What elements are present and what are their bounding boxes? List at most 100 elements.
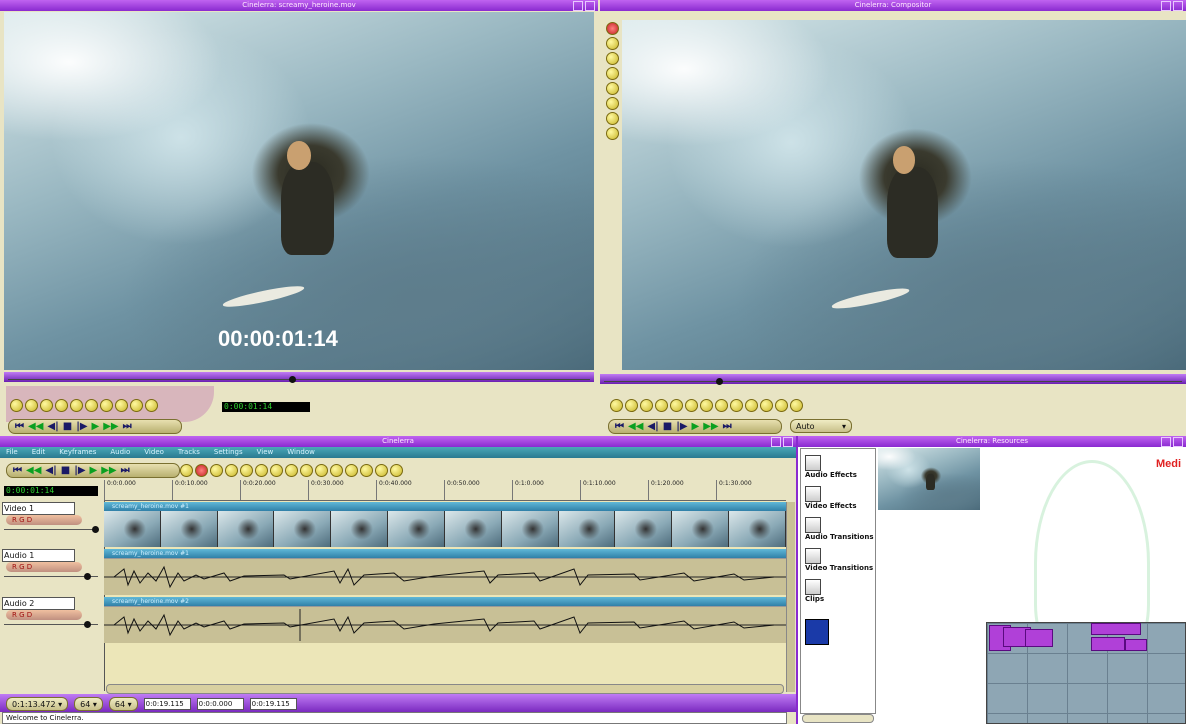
video-clip-title[interactable]: screamy_heroine.mov #1	[104, 502, 794, 511]
to-clip-button[interactable]	[145, 399, 158, 412]
timeline-vertical-scrollbar[interactable]	[786, 502, 795, 692]
fader-knob[interactable]	[84, 573, 91, 580]
fast-reverse-icon[interactable]: ◀◀	[628, 421, 643, 432]
menu-settings[interactable]: Settings	[214, 447, 243, 458]
fast-reverse-icon[interactable]: ◀◀	[28, 421, 43, 432]
play-icon[interactable]: ▶	[90, 465, 98, 476]
frame-back-icon[interactable]: ◀|	[45, 465, 56, 476]
audio2-clip-title[interactable]: screamy_heroine.mov #2	[104, 597, 794, 606]
next-label-button[interactable]	[360, 464, 373, 477]
track-toggle-buttons[interactable]: R G D	[6, 610, 82, 620]
label-button[interactable]	[330, 464, 343, 477]
projector-icon[interactable]	[606, 82, 619, 95]
menu-tracks[interactable]: Tracks	[178, 447, 200, 458]
crop-icon[interactable]	[606, 97, 619, 110]
prev-label-button[interactable]	[745, 399, 758, 412]
lift-button[interactable]	[270, 464, 283, 477]
fader-knob[interactable]	[84, 621, 91, 628]
audio1-waveform[interactable]	[104, 558, 786, 595]
rewind-icon[interactable]: ⏮	[615, 421, 624, 432]
fast-forward-icon[interactable]: ▶▶	[103, 421, 118, 432]
track-name-field[interactable]: Audio 1	[2, 549, 75, 562]
copy-button[interactable]	[300, 464, 313, 477]
timeline-ruler[interactable]: 0:0:0.000 0:0:10.000 0:0:20.000 0:0:30.0…	[104, 480, 786, 501]
zoom-icon[interactable]	[606, 37, 619, 50]
lift-button[interactable]	[670, 399, 683, 412]
safe-region-icon[interactable]	[606, 127, 619, 140]
copy-button[interactable]	[85, 399, 98, 412]
stop-icon[interactable]: ■	[61, 465, 70, 476]
folder-clips[interactable]: Clips	[805, 579, 824, 603]
sample-zoom-select[interactable]: 0:1:13.472 ▾	[6, 697, 69, 711]
splice-button[interactable]	[40, 399, 53, 412]
track-toggle-buttons[interactable]: R G D	[6, 562, 82, 572]
close-icon[interactable]	[585, 1, 595, 11]
video-clip-thumbnails[interactable]	[104, 511, 786, 547]
resource-horizontal-scrollbar[interactable]	[802, 714, 874, 723]
folder-video-transitions[interactable]: Video Transitions	[805, 548, 873, 572]
label-button[interactable]	[100, 399, 113, 412]
undo-button[interactable]	[375, 464, 388, 477]
selection-end-field[interactable]: 0:0:19.115	[249, 698, 297, 710]
frame-forward-icon[interactable]: |▶	[74, 465, 85, 476]
viewer-scrubber[interactable]	[4, 372, 594, 383]
selection-start-field[interactable]: 0:0:19.115	[143, 698, 191, 710]
undo-button[interactable]	[775, 399, 788, 412]
folder-media-selected-icon[interactable]	[805, 619, 829, 645]
arrow-mode-button[interactable]	[180, 464, 193, 477]
menu-file[interactable]: File	[6, 447, 18, 458]
overwrite-button[interactable]	[255, 464, 268, 477]
minimize-icon[interactable]	[1161, 437, 1171, 447]
help-icon[interactable]	[606, 112, 619, 125]
end-icon[interactable]: ⏭	[121, 465, 130, 476]
folder-audio-effects[interactable]: Audio Effects	[805, 455, 857, 479]
end-icon[interactable]: ⏭	[723, 421, 732, 432]
audio1-clip-title[interactable]: screamy_heroine.mov #1	[104, 549, 794, 558]
label-button[interactable]	[730, 399, 743, 412]
paste-button[interactable]	[315, 464, 328, 477]
track-name-field[interactable]: Audio 2	[2, 597, 75, 610]
track-zoom-select[interactable]: 64 ▾	[108, 697, 138, 711]
minimize-icon[interactable]	[771, 437, 781, 447]
viewer-scrub-knob[interactable]	[289, 376, 296, 383]
amp-zoom-select[interactable]: 64 ▾	[74, 697, 103, 711]
compositor-scrub-knob[interactable]	[716, 378, 723, 385]
play-icon[interactable]: ▶	[692, 421, 700, 432]
protect-icon[interactable]	[606, 22, 619, 35]
fader-knob[interactable]	[92, 526, 99, 533]
menu-video[interactable]: Video	[144, 447, 164, 458]
rewind-icon[interactable]: ⏮	[13, 465, 22, 476]
frame-forward-icon[interactable]: |▶	[76, 421, 87, 432]
audio2-waveform[interactable]	[104, 606, 786, 643]
extract-button[interactable]	[685, 399, 698, 412]
prev-label-button[interactable]	[345, 464, 358, 477]
track-fader[interactable]	[4, 529, 98, 530]
media-thumbnail[interactable]	[878, 448, 980, 510]
overwrite-button[interactable]	[55, 399, 68, 412]
viewer-window-buttons[interactable]	[573, 1, 595, 11]
out-point-button[interactable]	[225, 464, 238, 477]
camera-icon[interactable]	[606, 67, 619, 80]
resources-window-buttons[interactable]	[1161, 437, 1183, 447]
fast-forward-icon[interactable]: ▶▶	[703, 421, 718, 432]
fast-reverse-icon[interactable]: ◀◀	[26, 465, 41, 476]
folder-audio-transitions[interactable]: Audio Transitions	[805, 517, 874, 541]
minimize-icon[interactable]	[573, 1, 583, 11]
menu-edit[interactable]: Edit	[32, 447, 46, 458]
rewind-icon[interactable]: ⏮	[15, 421, 24, 432]
timeline-overview-map[interactable]	[986, 622, 1186, 724]
next-label-button[interactable]	[130, 399, 143, 412]
redo-button[interactable]	[390, 464, 403, 477]
frame-back-icon[interactable]: ◀|	[47, 421, 58, 432]
selection-length-field[interactable]: 0:0:0.000	[196, 698, 244, 710]
frame-forward-icon[interactable]: |▶	[676, 421, 687, 432]
menu-view[interactable]: View	[257, 447, 274, 458]
stop-icon[interactable]: ■	[63, 421, 72, 432]
timeline-horizontal-scrollbar[interactable]	[106, 684, 784, 694]
fast-forward-icon[interactable]: ▶▶	[101, 465, 116, 476]
copy-button[interactable]	[700, 399, 713, 412]
menu-window[interactable]: Window	[287, 447, 315, 458]
mask-icon[interactable]	[606, 52, 619, 65]
track-toggle-buttons[interactable]: R G D	[6, 515, 82, 525]
lift-button[interactable]	[70, 399, 83, 412]
